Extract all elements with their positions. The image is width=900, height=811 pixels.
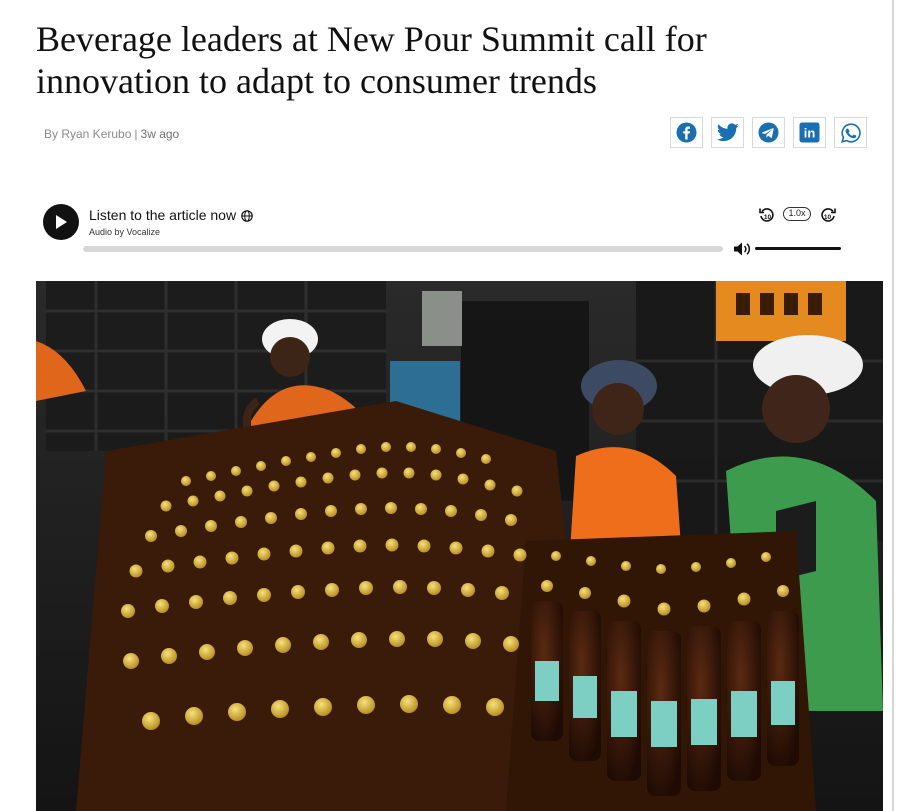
listen-title-text: Listen to the article now	[89, 207, 237, 223]
hero-image	[36, 281, 883, 811]
playback-speed-button[interactable]: 1.0x	[783, 207, 811, 221]
byline-separator: |	[134, 127, 138, 141]
share-telegram-button[interactable]	[752, 117, 785, 148]
play-icon	[56, 215, 67, 229]
page-right-border	[892, 0, 894, 811]
globe-icon[interactable]	[241, 210, 253, 222]
volume-icon[interactable]	[733, 241, 753, 257]
listen-title: Listen to the article now	[89, 207, 253, 223]
linkedin-icon: in	[799, 122, 820, 143]
audio-progress-bar[interactable]	[83, 246, 723, 252]
telegram-icon	[758, 122, 779, 143]
share-twitter-button[interactable]	[711, 117, 744, 148]
share-facebook-button[interactable]	[670, 117, 703, 148]
share-whatsapp-button[interactable]	[834, 117, 867, 148]
forward-10-icon[interactable]: 10	[819, 206, 837, 224]
facebook-icon	[676, 122, 697, 143]
share-bar: in	[670, 117, 867, 148]
audio-provider[interactable]: Audio by Vocalize	[89, 227, 160, 237]
audio-player: Listen to the article now Audio by Vocal…	[40, 200, 850, 270]
byline-author[interactable]: By Ryan Kerubo	[44, 127, 131, 141]
byline-time: 3w ago	[140, 127, 180, 141]
rewind-seconds: 10	[764, 214, 772, 221]
whatsapp-icon	[840, 122, 861, 143]
linkedin-text: in	[804, 126, 816, 141]
volume-slider[interactable]	[755, 247, 841, 250]
twitter-icon	[716, 123, 739, 142]
article-byline: By Ryan Kerubo | 3w ago	[44, 127, 179, 141]
forward-seconds: 10	[824, 214, 832, 221]
play-button[interactable]	[43, 204, 79, 240]
rewind-10-icon[interactable]: 10	[758, 206, 776, 224]
article-headline: Beverage leaders at New Pour Summit call…	[36, 19, 707, 101]
share-linkedin-button[interactable]: in	[793, 117, 826, 148]
